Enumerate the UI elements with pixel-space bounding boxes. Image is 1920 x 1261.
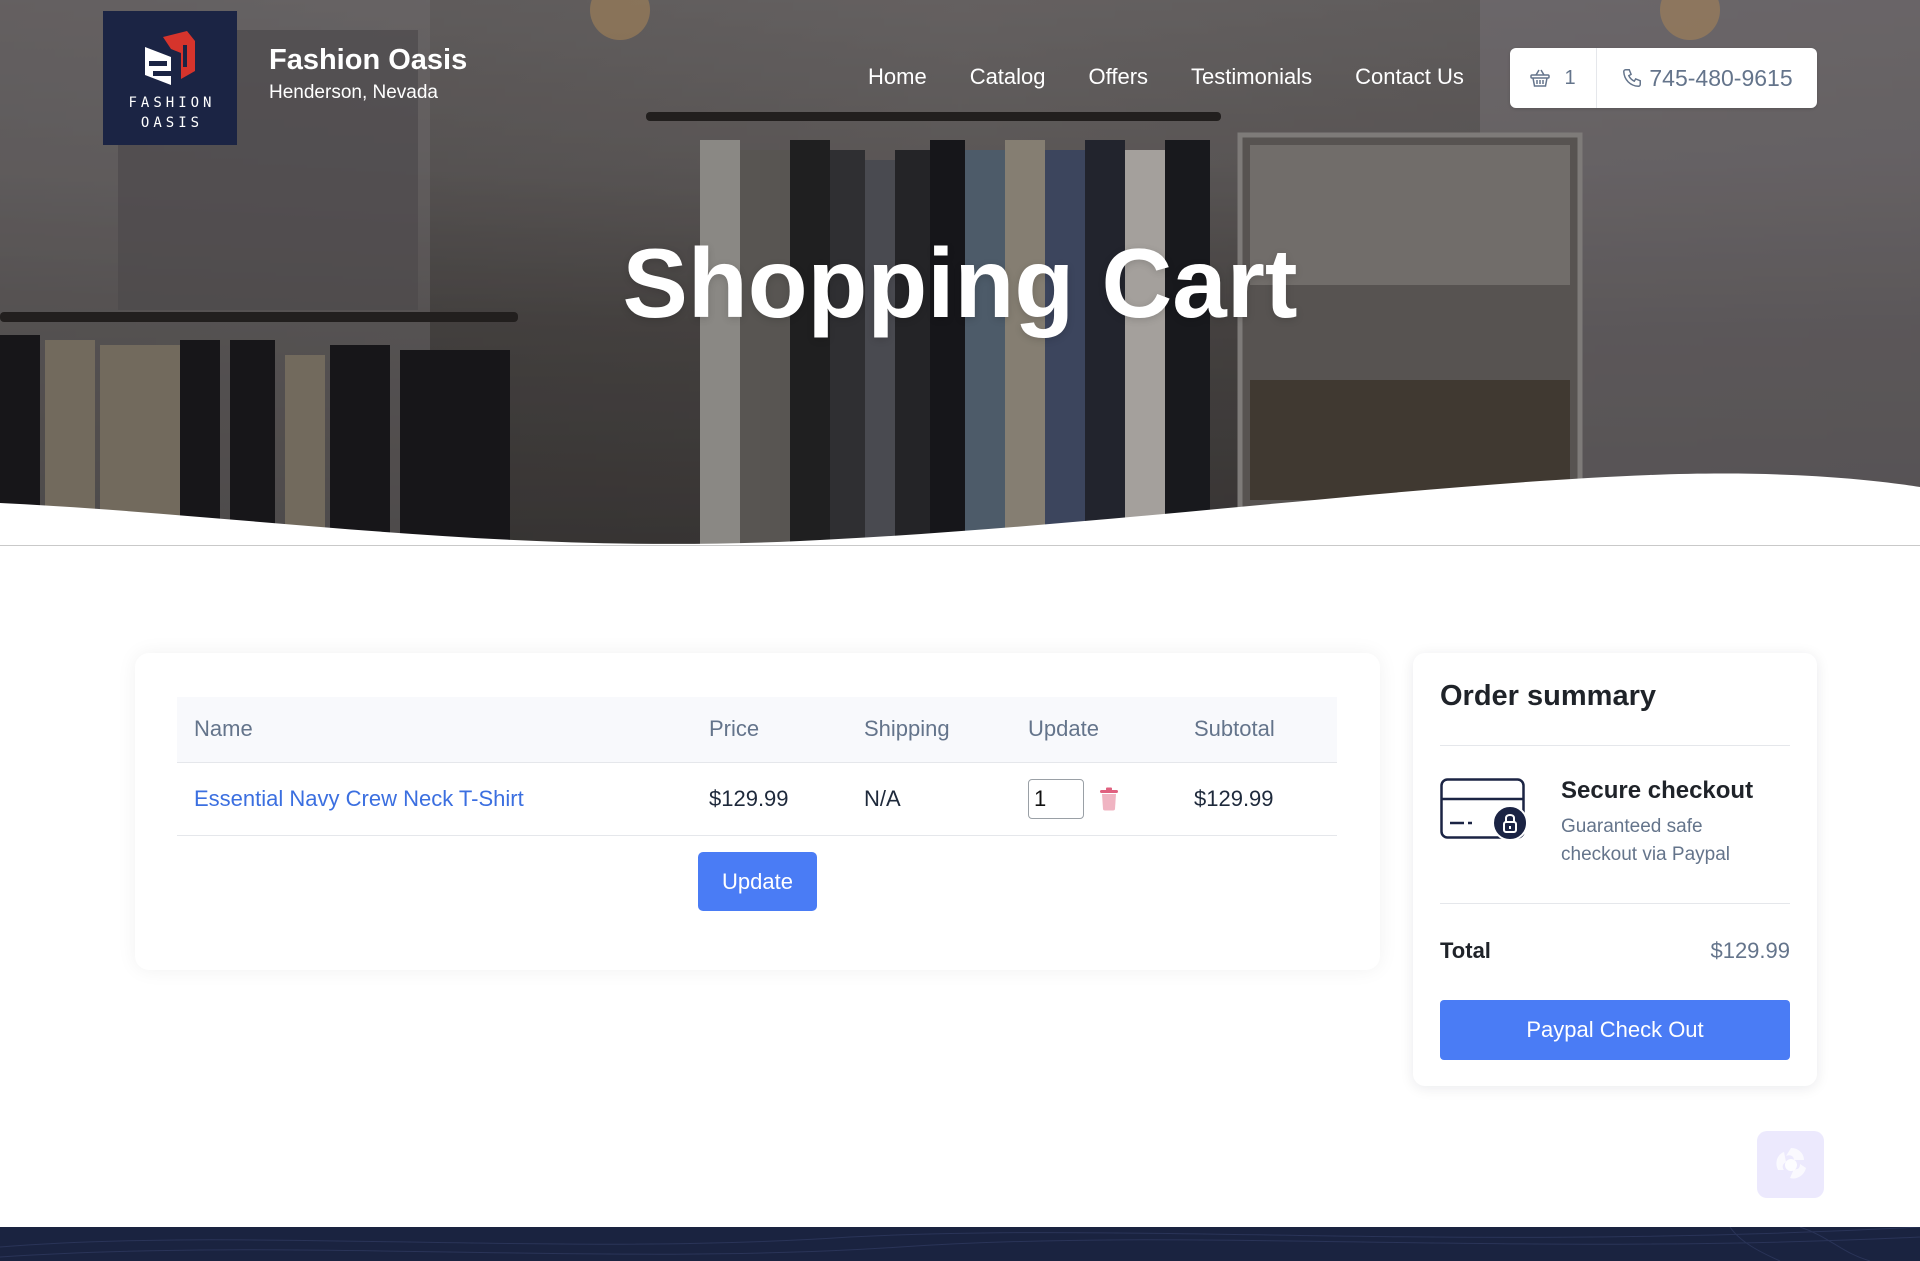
logo-line-1: FASHION — [128, 95, 216, 111]
assistant-swirl-icon — [1775, 1147, 1806, 1179]
cell-shipping: N/A — [847, 762, 1011, 836]
brand-location: Henderson, Nevada — [269, 82, 438, 103]
cell-price: $129.99 — [692, 762, 847, 836]
quantity-input[interactable] — [1028, 778, 1084, 819]
column-header-subtotal: Subtotal — [1177, 697, 1337, 763]
summary-divider-2 — [1440, 903, 1790, 904]
phone-button[interactable]: 745-480-9615 — [1597, 48, 1817, 108]
cart-table: Name Price Shipping Update Subtotal Esse… — [177, 697, 1337, 836]
brand-block: Fashion Oasis Henderson, Nevada — [269, 43, 467, 105]
cart-count: 1 — [1564, 66, 1576, 89]
nav-home[interactable]: Home — [868, 62, 927, 92]
phone-number: 745-480-9615 — [1649, 64, 1793, 91]
cell-update — [1011, 762, 1177, 836]
phone-icon — [1623, 69, 1642, 87]
order-summary-card: Order summary Secure checkout Guaranteed… — [1413, 653, 1817, 1086]
column-header-name: Name — [177, 697, 692, 763]
nav-contact-us[interactable]: Contact Us — [1355, 62, 1464, 92]
total-label: Total — [1440, 938, 1491, 963]
logo[interactable]: FASHION OASIS — [103, 11, 237, 145]
hero-banner: FASHION OASIS Fashion Oasis Henderson, N… — [0, 0, 1920, 546]
paypal-checkout-button[interactable]: Paypal Check Out — [1440, 1000, 1790, 1060]
cell-name: Essential Navy Crew Neck T-Shirt — [177, 762, 692, 836]
table-row: Essential Navy Crew Neck T-Shirt $129.99… — [177, 762, 1337, 836]
column-header-price: Price — [692, 697, 847, 763]
cart-button[interactable]: 1 — [1510, 48, 1597, 108]
product-link[interactable]: Essential Navy Crew Neck T-Shirt — [194, 786, 524, 811]
nav-offers[interactable]: Offers — [1089, 62, 1149, 92]
hero-wave-divider — [0, 473, 1920, 545]
secure-checkout-description: Guaranteed safe checkout via Paypal — [1561, 816, 1730, 865]
secure-checkout-title: Secure checkout — [1561, 777, 1754, 804]
column-header-shipping: Shipping — [847, 697, 1011, 763]
nav-catalog[interactable]: Catalog — [970, 62, 1046, 92]
logo-cube-icon — [145, 31, 195, 85]
secure-card-lock-icon — [1440, 778, 1528, 841]
footer-topographic-pattern — [0, 1227, 1920, 1261]
main-nav: Home Catalog Offers Testimonials Contact… — [868, 62, 1464, 92]
page-title: Shopping Cart — [622, 228, 1298, 338]
trash-icon[interactable] — [1099, 787, 1119, 811]
order-summary-title: Order summary — [1440, 680, 1656, 712]
cart-card: Name Price Shipping Update Subtotal Esse… — [135, 653, 1380, 970]
nav-testimonials[interactable]: Testimonials — [1191, 62, 1312, 92]
logo-text: FASHION OASIS — [124, 93, 215, 133]
basket-icon — [1530, 69, 1551, 87]
header-actions: 1 745-480-9615 — [1510, 48, 1817, 108]
total-value: $129.99 — [1710, 938, 1790, 963]
quantity-controls — [1028, 778, 1177, 819]
update-cart-button[interactable]: Update — [698, 852, 817, 911]
footer — [0, 1227, 1920, 1261]
logo-line-2: OASIS — [140, 115, 204, 131]
summary-divider — [1440, 745, 1790, 746]
cart-table-header: Name Price Shipping Update Subtotal — [177, 697, 1337, 763]
brand-name[interactable]: Fashion Oasis — [269, 43, 467, 77]
column-header-update: Update — [1011, 697, 1177, 763]
cell-subtotal: $129.99 — [1177, 762, 1337, 836]
assistant-widget-button[interactable] — [1757, 1131, 1824, 1198]
